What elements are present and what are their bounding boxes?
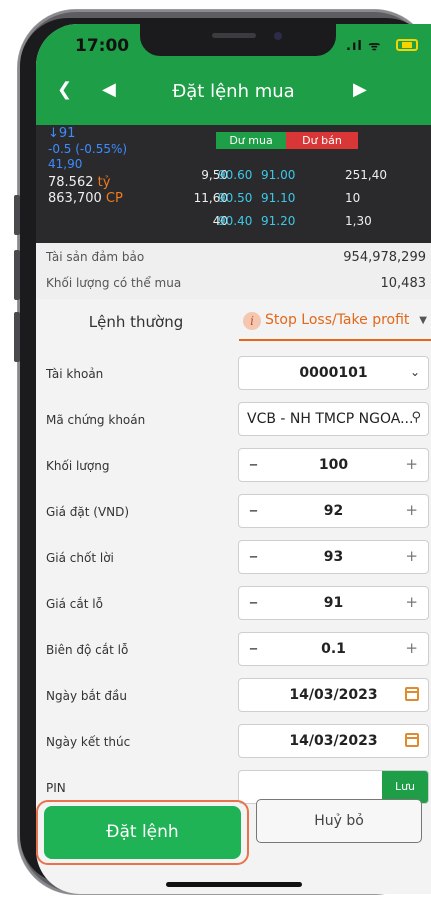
caret-down-icon: ▼ [419,315,427,326]
calendar-icon[interactable] [405,687,419,701]
plus-icon[interactable]: + [405,593,418,611]
place-order-button[interactable]: Đặt lệnh [44,806,241,859]
sell-depth-header: Dư bán [286,132,358,149]
end-date-label: Ngày kết thúc [46,735,131,749]
volume-up-button [14,250,20,300]
volume-down-button [14,312,20,362]
stop-loss-label: Giá cắt lỗ [46,597,103,611]
sell-volume: 1,30 [345,214,372,228]
tab-normal-order[interactable]: Lệnh thường [66,313,206,331]
take-profit-row: Giá chốt lời – 93 + [36,537,431,583]
end-date-value: 14/03/2023 [289,733,378,749]
trade-volume-number: 863,700 [48,191,102,206]
account-row: Tài khoản 0000101 ⌄ [36,353,431,399]
camera [274,32,282,40]
tab-stop-loss-take-profit[interactable]: i Stop Loss/Take profit ▼ [239,311,431,341]
account-info: Tài sản đảm bảo 954,978,299 Khối lượng c… [36,243,431,299]
quantity-row: Khối lượng – 100 + [36,445,431,491]
symbol-label: Mã chứng khoán [46,413,146,427]
collateral-value: 954,978,299 [343,250,426,265]
stop-range-row: Biên độ cắt lỗ – 0.1 + [36,629,431,675]
info-icon: i [243,312,261,330]
next-symbol-icon[interactable]: ▶ [353,79,367,109]
price-value: 92 [323,503,344,519]
signal-wifi-icon: .ıl ᯤ [346,39,382,54]
symbol-value: VCB - NH TMCP NGOA... [247,411,414,427]
price-change: -0.5 (-0.55%) [48,142,128,156]
app-header: 17:00 .ıl ᯤ ❮ ◀ Đặt lệnh mua ▶ [36,24,431,125]
account-select[interactable]: 0000101 ⌄ [238,356,429,390]
symbol-row: Mã chứng khoán VCB - NH TMCP NGOA... ⚲ [36,399,431,445]
collateral-label: Tài sản đảm bảo [46,250,145,264]
sell-price: 91.10 [261,191,296,205]
buyable-row: Khối lượng có thể mua 10,483 [46,276,426,304]
trade-volume-unit: CP [105,191,123,206]
account-label: Tài khoản [46,367,104,381]
buyable-label: Khối lượng có thể mua [46,276,182,290]
stop-range-stepper[interactable]: – 0.1 + [238,632,429,666]
plus-icon[interactable]: + [405,547,418,565]
account-value: 0000101 [299,365,368,381]
start-date-row: Ngày bắt đầu 14/03/2023 [36,675,431,721]
take-profit-label: Giá chốt lời [46,551,114,565]
status-time: 17:00 [75,36,130,56]
buyable-value: 10,483 [380,276,427,291]
symbol-input[interactable]: VCB - NH TMCP NGOA... ⚲ [238,402,429,436]
stop-range-label: Biên độ cắt lỗ [46,643,129,657]
price-label: Giá đặt (VND) [46,505,130,519]
notch [140,24,336,56]
cancel-button[interactable]: Huỷ bỏ [256,799,422,843]
price-row: Giá đặt (VND) – 92 + [36,491,431,537]
mute-switch [14,195,20,235]
start-date-picker[interactable]: 14/03/2023 [238,678,429,712]
app-screen: 17:00 .ıl ᯤ ❮ ◀ Đặt lệnh mua ▶ ↓91 -0.5 … [36,24,431,894]
sell-volume: 251,40 [345,168,387,182]
pin-label: PIN [46,781,66,795]
buy-price: 90.40 [218,214,253,228]
end-date-row: Ngày kết thúc 14/03/2023 [36,721,431,767]
sell-price: 91.00 [261,168,296,182]
page-title: Đặt lệnh mua [172,81,295,102]
calendar-icon[interactable] [405,733,419,747]
buy-price: 90.60 [218,168,253,182]
trade-value-number: 78.562 [48,175,94,190]
plus-icon[interactable]: + [405,501,418,519]
search-icon[interactable]: ⚲ [411,410,421,425]
order-type-tabs: Lệnh thường i Stop Loss/Take profit ▼ [36,303,431,347]
plus-icon[interactable]: + [405,639,418,657]
buy-price: 90.50 [218,191,253,205]
stop-range-value: 0.1 [321,641,346,657]
trade-value: 78.562 tỷ [48,175,110,190]
quantity-stepper[interactable]: – 100 + [238,448,429,482]
take-profit-stepper[interactable]: – 93 + [238,540,429,574]
collateral-row: Tài sản đảm bảo 954,978,299 [46,250,426,278]
arrow-down-icon: ↓ [48,126,59,141]
current-price: 91 [58,126,76,141]
price-stepper[interactable]: – 92 + [238,494,429,528]
reference-price: 41,90 [48,157,83,171]
start-date-value: 14/03/2023 [289,687,378,703]
sell-volume: 10 [345,191,361,205]
take-profit-value: 93 [323,549,344,565]
trade-value-unit: tỷ [97,175,111,190]
battery-icon [396,39,418,51]
stop-loss-value: 91 [323,595,344,611]
stop-loss-stepper[interactable]: – 91 + [238,586,429,620]
start-date-label: Ngày bắt đầu [46,689,127,703]
home-indicator[interactable] [166,882,302,887]
quantity-value: 100 [318,457,349,473]
trade-volume: 863,700 CP [48,191,123,206]
stop-loss-row: Giá cắt lỗ – 91 + [36,583,431,629]
plus-icon[interactable]: + [405,455,418,473]
chevron-down-icon: ⌄ [409,365,420,379]
market-board: ↓91 -0.5 (-0.55%) 41,90 78.562 tỷ 863,70… [36,125,431,243]
tab-stop-label: Stop Loss/Take profit [265,312,410,328]
quantity-label: Khối lượng [46,459,110,473]
end-date-picker[interactable]: 14/03/2023 [238,724,429,758]
price-row: ↓91 [48,126,75,141]
sell-price: 91.20 [261,214,296,228]
speaker [212,33,256,38]
buy-depth-header: Dư mua [216,132,286,149]
